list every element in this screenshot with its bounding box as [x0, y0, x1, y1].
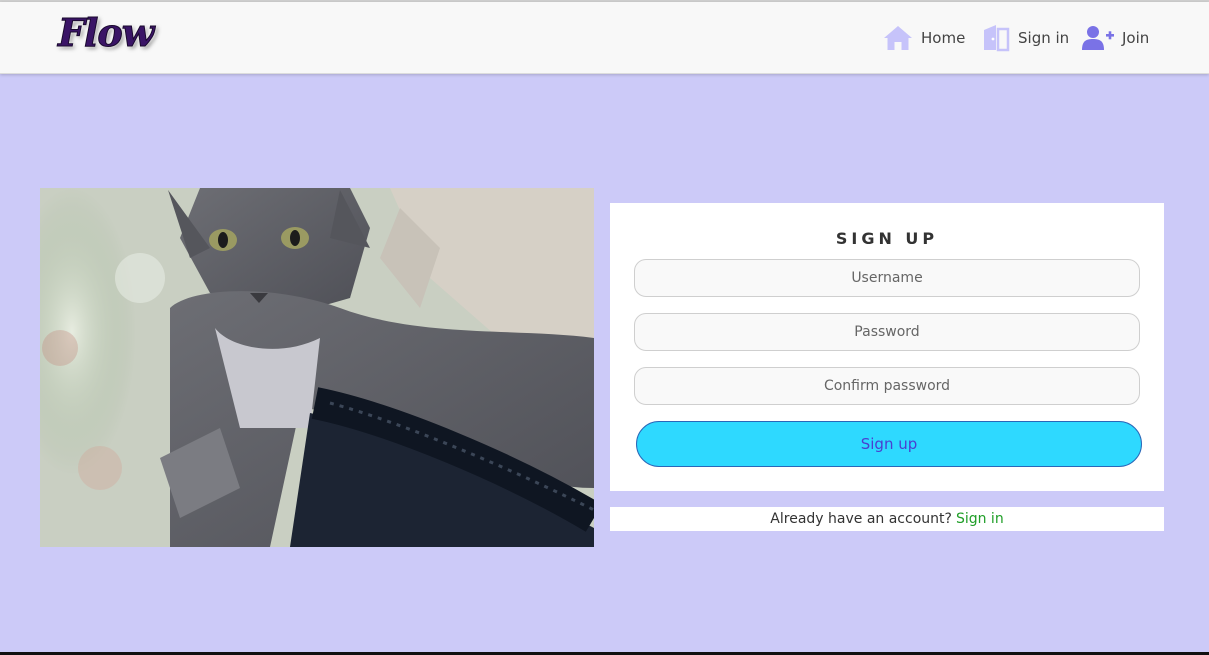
door-icon: [982, 24, 1010, 52]
signup-card: SIGN UP Sign up: [610, 203, 1164, 491]
brand-logo[interactable]: Flow: [57, 10, 154, 56]
signup-title: SIGN UP: [835, 229, 939, 248]
signin-prompt-bar: Already have an account? Sign in: [610, 507, 1164, 531]
nav-signin-label: Sign in: [1018, 29, 1070, 47]
password-input[interactable]: [634, 313, 1140, 351]
navbar: Flow Home Sign in Join: [0, 2, 1209, 74]
home-icon: [883, 25, 913, 51]
confirm-password-input[interactable]: [634, 367, 1140, 405]
nav-home-label: Home: [921, 29, 966, 47]
signup-button[interactable]: Sign up: [636, 421, 1142, 467]
nav-join-label: Join: [1122, 29, 1150, 47]
nav-home-link[interactable]: Home: [883, 22, 965, 54]
nav-join-link[interactable]: Join: [1082, 22, 1149, 54]
cat-photo: [40, 188, 594, 547]
username-input[interactable]: [634, 259, 1140, 297]
user-plus-icon: [1082, 25, 1114, 51]
signin-link[interactable]: Sign in: [956, 511, 1004, 527]
signin-prompt-text: Already have an account?: [770, 511, 952, 527]
nav-signin-link[interactable]: Sign in: [982, 22, 1069, 54]
